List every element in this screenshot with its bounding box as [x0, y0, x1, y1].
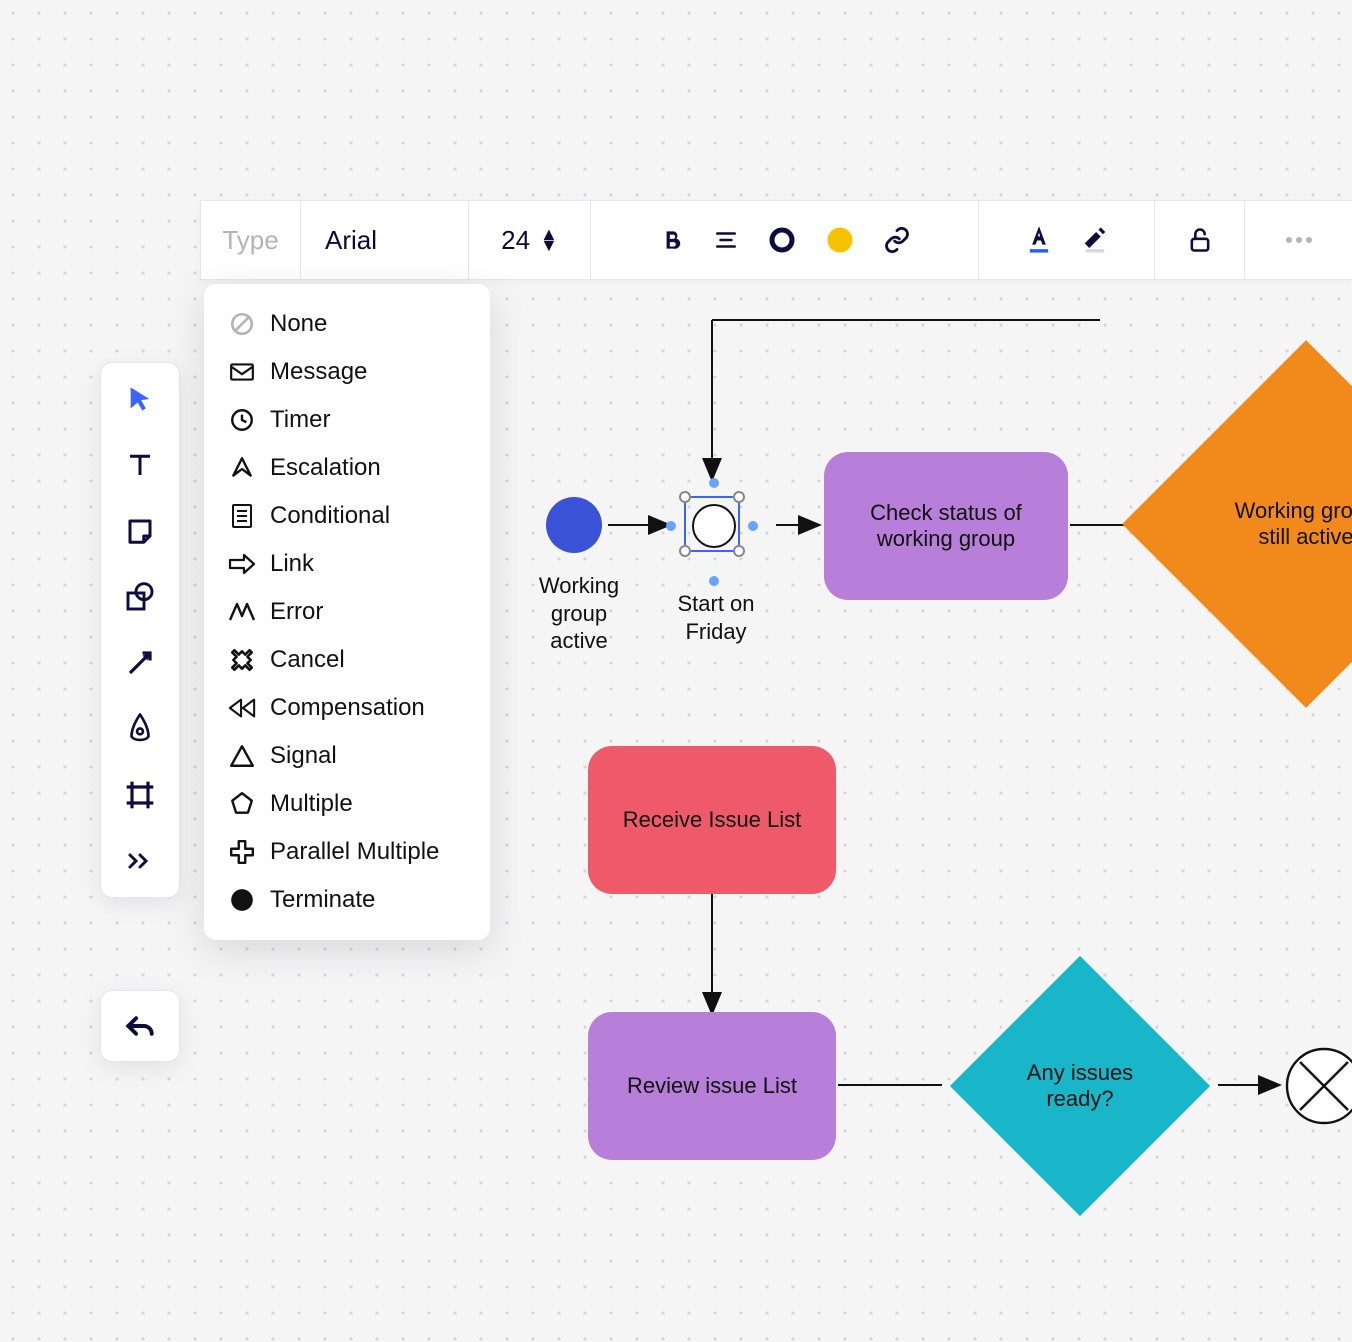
dropdown-item-label: Conditional — [270, 502, 390, 530]
start-event-label: Working group active — [524, 572, 634, 655]
terminate-icon — [228, 886, 256, 914]
receive-issue-task-label: Receive Issue List — [623, 807, 802, 833]
dropdown-item-compensation[interactable]: Compensation — [204, 684, 490, 732]
font-size-value: 24 — [501, 225, 530, 256]
text-color-button[interactable] — [1025, 224, 1053, 256]
check-status-task[interactable]: Check status of working group — [824, 452, 1068, 600]
dropdown-item-timer[interactable]: Timer — [204, 396, 490, 444]
highlight-button[interactable] — [1081, 224, 1109, 256]
note-tool[interactable] — [122, 513, 158, 549]
font-size-stepper[interactable]: 24 ▲▼ — [469, 201, 591, 279]
type-dropdown[interactable]: Type — [201, 201, 301, 279]
check-status-task-label: Check status of working group — [834, 500, 1058, 552]
shape-tool[interactable] — [122, 579, 158, 615]
dropdown-item-cancel[interactable]: Cancel — [204, 636, 490, 684]
border-color-button[interactable] — [767, 225, 797, 255]
dropdown-item-multiple[interactable]: Multiple — [204, 780, 490, 828]
undo-button[interactable] — [100, 990, 180, 1062]
dropdown-item-label: Cancel — [270, 646, 345, 674]
dropdown-item-label: Timer — [270, 406, 330, 434]
dropdown-item-terminate[interactable]: Terminate — [204, 876, 490, 924]
timer-icon — [228, 406, 256, 434]
tool-palette — [100, 362, 180, 898]
parallel-multiple-icon — [228, 838, 256, 866]
selected-timer-node[interactable] — [684, 496, 740, 552]
dropdown-item-label: Message — [270, 358, 367, 386]
multiple-icon — [228, 790, 256, 818]
start-event-node[interactable] — [546, 497, 602, 553]
dropdown-item-label: Compensation — [270, 694, 425, 722]
dropdown-item-link[interactable]: Link — [204, 540, 490, 588]
dropdown-item-error[interactable]: Error — [204, 588, 490, 636]
dropdown-item-label: Multiple — [270, 790, 353, 818]
cancel-icon — [228, 646, 256, 674]
connector-tool[interactable] — [122, 645, 158, 681]
dropdown-item-signal[interactable]: Signal — [204, 732, 490, 780]
dropdown-item-escalation[interactable]: Escalation — [204, 444, 490, 492]
dropdown-item-conditional[interactable]: Conditional — [204, 492, 490, 540]
any-issues-gateway-label: Any issues ready? — [1010, 1060, 1150, 1112]
format-toolbar: Type Arial 24 ▲▼ — [200, 200, 1352, 280]
dropdown-item-none[interactable]: None — [204, 300, 490, 348]
select-tool[interactable] — [122, 381, 158, 417]
pen-tool[interactable] — [122, 711, 158, 747]
compensation-icon — [228, 694, 256, 722]
link-button[interactable] — [883, 226, 911, 254]
signal-icon — [228, 742, 256, 770]
dropdown-item-label: Terminate — [270, 886, 375, 914]
text-tool[interactable] — [122, 447, 158, 483]
none-icon — [228, 310, 256, 338]
stepper-arrows[interactable]: ▲▼ — [540, 229, 558, 251]
lock-button[interactable] — [1155, 201, 1245, 279]
format-group — [591, 201, 979, 279]
more-tools[interactable] — [122, 843, 158, 879]
bold-button[interactable] — [659, 227, 685, 253]
error-icon — [228, 598, 256, 626]
text-style-group — [979, 201, 1155, 279]
dropdown-item-message[interactable]: Message — [204, 348, 490, 396]
timer-event-label: Start on Friday — [656, 590, 776, 645]
more-button[interactable] — [1245, 201, 1352, 279]
dropdown-item-label: Error — [270, 598, 323, 626]
review-issue-task-label: Review issue List — [627, 1073, 797, 1099]
still-active-gateway[interactable]: Working group still active — [1176, 394, 1352, 654]
fill-color-button[interactable] — [825, 225, 855, 255]
type-label: Type — [222, 225, 278, 256]
escalation-icon — [228, 454, 256, 482]
message-icon — [228, 358, 256, 386]
dropdown-item-label: Signal — [270, 742, 337, 770]
font-family-select[interactable]: Arial — [301, 201, 469, 279]
dropdown-item-label: Link — [270, 550, 314, 578]
frame-tool[interactable] — [122, 777, 158, 813]
align-button[interactable] — [713, 227, 739, 253]
receive-issue-task[interactable]: Receive Issue List — [588, 746, 836, 894]
still-active-gateway-label: Working group still active — [1226, 498, 1352, 550]
any-issues-gateway[interactable]: Any issues ready? — [950, 956, 1210, 1216]
review-issue-task[interactable]: Review issue List — [588, 1012, 836, 1160]
link-arrow-icon — [228, 550, 256, 578]
font-family-value: Arial — [325, 225, 377, 256]
dropdown-item-parallel-multiple[interactable]: Parallel Multiple — [204, 828, 490, 876]
conditional-icon — [228, 502, 256, 530]
dropdown-item-label: Parallel Multiple — [270, 838, 439, 866]
end-event-node[interactable] — [1284, 1046, 1352, 1126]
event-type-dropdown: None Message Timer Escalation Conditiona… — [204, 284, 490, 940]
dropdown-item-label: None — [270, 310, 327, 338]
dropdown-item-label: Escalation — [270, 454, 381, 482]
